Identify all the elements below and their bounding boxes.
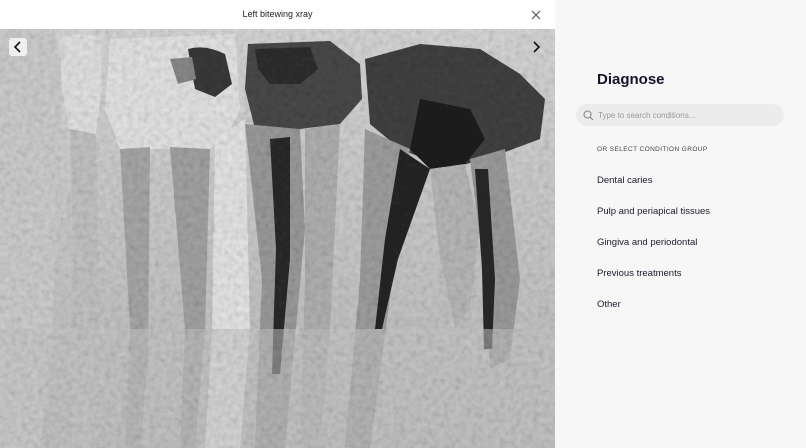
search-field[interactable] (576, 104, 784, 126)
condition-group-other[interactable]: Other (597, 298, 710, 329)
condition-group-previous-treatments[interactable]: Previous treatments (597, 267, 710, 298)
condition-group-heading: OR SELECT CONDITION GROUP (597, 146, 708, 153)
close-icon (531, 10, 541, 20)
diagnose-panel: Diagnose OR SELECT CONDITION GROUP Denta… (555, 0, 806, 448)
xray-image (0, 29, 555, 448)
viewer-title: Left bitewing xray (242, 9, 313, 19)
close-button[interactable] (529, 8, 543, 22)
condition-group-list: Dental caries Pulp and periapical tissue… (597, 174, 710, 329)
chevron-right-icon (533, 41, 541, 53)
condition-group-gingiva-periodontal[interactable]: Gingiva and periodontal (597, 236, 710, 267)
search-input[interactable] (598, 110, 778, 120)
search-icon (583, 109, 594, 121)
condition-group-dental-caries[interactable]: Dental caries (597, 174, 710, 205)
panel-title: Diagnose (597, 71, 665, 88)
next-image-button[interactable] (527, 38, 545, 56)
condition-group-pulp-periapical[interactable]: Pulp and periapical tissues (597, 205, 710, 236)
chevron-left-icon (13, 41, 21, 53)
previous-image-button[interactable] (9, 38, 27, 56)
image-viewer: Left bitewing xray (0, 0, 555, 448)
